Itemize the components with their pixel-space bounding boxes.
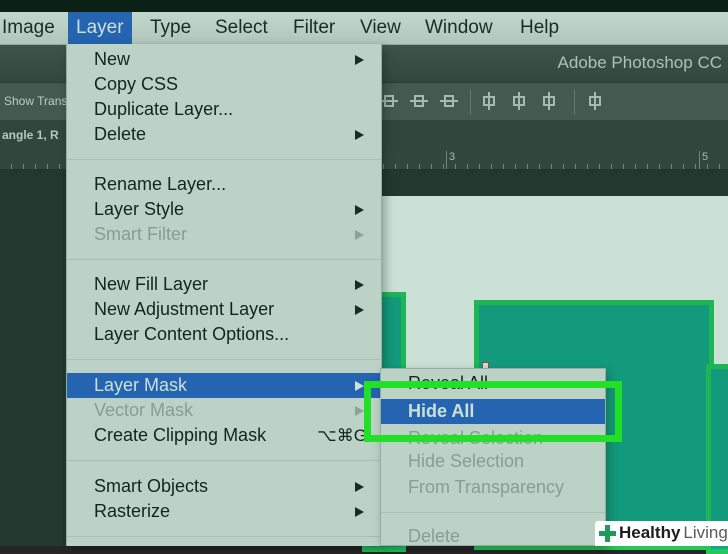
submenu-arrow-icon xyxy=(355,482,364,492)
menu-item-label: New xyxy=(94,49,131,69)
align-left-edges-icon[interactable] xyxy=(480,92,498,110)
menu-divider xyxy=(67,460,381,461)
submenu-item-delete: Delete xyxy=(408,526,461,546)
align-vertical-centers-icon[interactable] xyxy=(410,92,428,110)
submenu-arrow-icon xyxy=(355,205,364,215)
menu-item-label: Rasterize xyxy=(94,501,171,521)
ruler-major-tick xyxy=(446,151,447,169)
top-strip xyxy=(0,0,728,12)
menu-item-vector-mask: Vector Mask xyxy=(67,398,381,423)
ruler-number: 5 xyxy=(702,151,709,163)
submenu-arrow-icon xyxy=(355,507,364,517)
menu-item-label: Delete xyxy=(94,124,147,144)
menu-item-duplicate-layer[interactable]: Duplicate Layer... xyxy=(67,97,381,122)
ruler-major-tick xyxy=(699,151,700,169)
menu-view[interactable]: View xyxy=(352,12,409,44)
layer-menu: New Copy CSS Duplicate Layer... Delete R… xyxy=(66,44,382,546)
align-right-edges-icon[interactable] xyxy=(540,92,558,110)
menu-item-label: Rename Layer... xyxy=(94,174,227,194)
menu-item-label: Duplicate Layer... xyxy=(94,99,234,119)
toolbar-divider xyxy=(470,89,471,115)
menu-item-create-clipping-mask[interactable]: Create Clipping Mask ⌥⌘G xyxy=(67,423,381,448)
menu-window[interactable]: Window xyxy=(417,12,501,44)
menu-image[interactable]: Image xyxy=(0,12,63,44)
menu-item-copy-css[interactable]: Copy CSS xyxy=(67,72,381,97)
show-transform-controls-label[interactable]: Show Trans xyxy=(4,94,67,108)
menu-item-label: Create Clipping Mask xyxy=(94,425,267,445)
watermark-brand-a: Healthy xyxy=(619,523,681,542)
submenu-arrow-icon xyxy=(355,280,364,290)
watermark: Healthy Living xyxy=(595,521,728,546)
menu-item-new-fill-layer[interactable]: New Fill Layer xyxy=(67,272,381,297)
menu-item-rename-layer[interactable]: Rename Layer... xyxy=(67,172,381,197)
menu-item-rasterize[interactable]: Rasterize xyxy=(67,499,381,524)
menu-divider xyxy=(381,512,605,513)
submenu-arrow-icon xyxy=(355,55,364,65)
keyboard-shortcut: ⌥⌘G xyxy=(317,426,367,445)
submenu-arrow-icon xyxy=(355,381,364,391)
menu-item-label: Layer Content Options... xyxy=(94,324,290,344)
submenu-arrow-icon xyxy=(355,406,364,416)
menu-layer[interactable]: Layer xyxy=(68,12,132,44)
submenu-arrow-icon xyxy=(355,230,364,240)
plus-logo-icon xyxy=(599,525,616,542)
menu-item-layer-content-options[interactable]: Layer Content Options... xyxy=(67,322,381,347)
menu-item-label: Vector Mask xyxy=(94,400,194,420)
hide-all-callout-box xyxy=(364,381,622,442)
toolbar-divider xyxy=(574,89,575,115)
document-tab[interactable]: angle 1, R xyxy=(0,120,59,151)
menu-item-layer-style[interactable]: Layer Style xyxy=(67,197,381,222)
submenu-arrow-icon xyxy=(355,130,364,140)
align-bottom-edges-icon[interactable] xyxy=(440,92,458,110)
menu-select[interactable]: Select xyxy=(207,12,276,44)
menu-item-label: New Adjustment Layer xyxy=(94,299,275,319)
menu-divider xyxy=(67,536,381,537)
submenu-arrow-icon xyxy=(355,305,364,315)
menu-divider xyxy=(67,159,381,160)
menu-type[interactable]: Type xyxy=(142,12,199,44)
menu-item-delete[interactable]: Delete xyxy=(67,122,381,147)
menu-item-label: Copy CSS xyxy=(94,74,179,94)
align-top-edges-icon[interactable] xyxy=(380,92,398,110)
menu-item-label: Smart Objects xyxy=(94,476,209,496)
menu-item-label: Layer Style xyxy=(94,199,185,219)
menu-item-new[interactable]: New xyxy=(67,47,381,72)
menu-help[interactable]: Help xyxy=(512,12,567,44)
submenu-item-from-transparency: From Transparency xyxy=(408,477,565,497)
menu-divider xyxy=(67,259,381,260)
menu-bar: Image Layer Type Select Filter View Wind… xyxy=(0,12,728,45)
menu-item-label: New Fill Layer xyxy=(94,274,209,294)
menu-divider xyxy=(67,359,381,360)
watermark-text: Healthy Living xyxy=(619,523,728,543)
menu-item-label: Layer Mask xyxy=(94,375,188,395)
watermark-brand-b: Living xyxy=(683,523,728,542)
menu-item-smart-objects[interactable]: Smart Objects xyxy=(67,474,381,499)
menu-filter[interactable]: Filter xyxy=(285,12,343,44)
menu-item-smart-filter: Smart Filter xyxy=(67,222,381,247)
distribute-icon[interactable] xyxy=(586,92,604,110)
ruler-number: 3 xyxy=(449,151,456,163)
align-horizontal-centers-icon[interactable] xyxy=(510,92,528,110)
menu-item-label: Smart Filter xyxy=(94,224,188,244)
menu-item-layer-mask[interactable]: Layer Mask xyxy=(67,373,381,398)
menu-item-new-adjustment-layer[interactable]: New Adjustment Layer xyxy=(67,297,381,322)
app-title: Adobe Photoshop CC xyxy=(557,53,722,72)
submenu-item-hide-selection: Hide Selection xyxy=(408,451,525,471)
